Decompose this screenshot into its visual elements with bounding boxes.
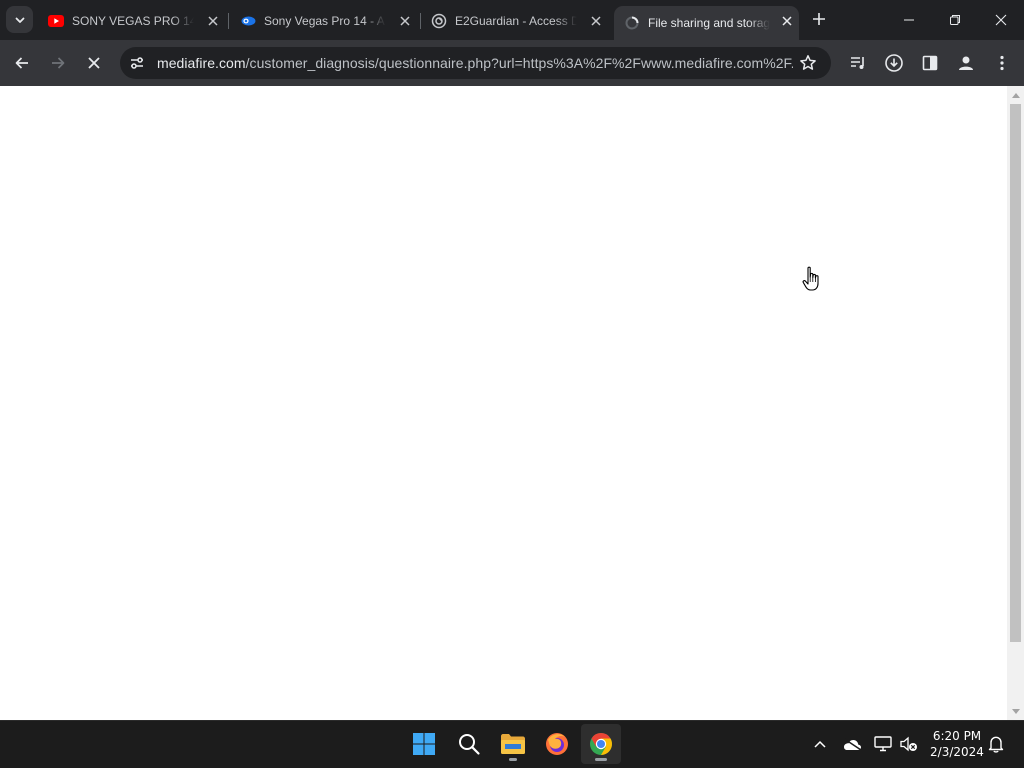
plus-icon bbox=[813, 13, 825, 25]
star-icon bbox=[800, 55, 816, 70]
search-icon bbox=[459, 734, 480, 755]
menu-button[interactable] bbox=[987, 48, 1017, 78]
tab-divider bbox=[228, 13, 229, 29]
taskbar-clock[interactable]: 6:20 PM 2/3/2024 bbox=[926, 728, 988, 760]
close-tab-icon[interactable] bbox=[779, 13, 795, 29]
chevron-up-icon bbox=[814, 740, 826, 748]
tune-icon bbox=[131, 57, 143, 69]
cloud-offline-icon bbox=[842, 737, 862, 751]
start-button[interactable] bbox=[404, 724, 444, 764]
url-host: mediafire.com bbox=[157, 55, 246, 71]
kebab-menu-icon bbox=[1000, 55, 1004, 71]
tab-divider bbox=[420, 13, 421, 29]
folder-icon bbox=[501, 734, 525, 754]
volume-button[interactable] bbox=[899, 733, 919, 755]
network-button[interactable] bbox=[873, 733, 893, 755]
chevron-down-icon bbox=[15, 17, 24, 23]
onedrive-button[interactable] bbox=[841, 733, 863, 755]
speaker-muted-icon bbox=[900, 736, 917, 752]
triangle-down-icon bbox=[1011, 708, 1020, 714]
close-window-button[interactable] bbox=[978, 0, 1024, 40]
arrow-left-icon bbox=[15, 57, 28, 69]
active-indicator bbox=[595, 758, 607, 761]
page-content[interactable] bbox=[0, 86, 1024, 720]
tab-sony-vegas[interactable]: Sony Vegas Pro 14 - A bbox=[232, 6, 417, 35]
tab-title: Sony Vegas Pro 14 - A bbox=[264, 13, 385, 28]
notifications-button[interactable] bbox=[986, 733, 1006, 755]
side-panel-icon bbox=[922, 55, 938, 71]
firefox-icon bbox=[546, 733, 568, 755]
loading-icon bbox=[624, 15, 640, 31]
tab-search-button[interactable] bbox=[6, 6, 33, 33]
close-tab-icon[interactable] bbox=[588, 13, 604, 29]
close-tab-icon[interactable] bbox=[205, 13, 221, 29]
stop-loading-button[interactable] bbox=[79, 48, 109, 78]
network-icon bbox=[874, 736, 892, 752]
scroll-down-arrow[interactable] bbox=[1010, 706, 1021, 716]
scrollbar-thumb[interactable] bbox=[1010, 104, 1021, 642]
tab-youtube[interactable]: SONY VEGAS PRO 14 F bbox=[40, 6, 225, 35]
minimize-icon bbox=[904, 19, 914, 21]
scroll-up-arrow[interactable] bbox=[1010, 90, 1021, 100]
person-icon bbox=[959, 56, 973, 70]
restore-icon bbox=[950, 15, 960, 25]
running-indicator bbox=[509, 758, 517, 761]
hand-cursor-icon bbox=[802, 266, 822, 292]
bell-icon bbox=[988, 736, 1004, 753]
close-tab-icon[interactable] bbox=[397, 13, 413, 29]
minimize-button[interactable] bbox=[886, 0, 932, 40]
site-favicon-icon bbox=[240, 13, 256, 29]
e2guardian-icon bbox=[431, 13, 447, 29]
tab-mediafire-active[interactable]: File sharing and storag bbox=[614, 6, 799, 40]
tab-e2guardian[interactable]: E2Guardian - Access D bbox=[423, 6, 608, 35]
bookmark-button[interactable] bbox=[797, 53, 819, 73]
url-text[interactable]: mediafire.com/customer_diagnosis/questio… bbox=[157, 55, 793, 71]
tab-title: E2Guardian - Access D bbox=[455, 13, 577, 28]
download-icon bbox=[885, 54, 903, 72]
show-hidden-icons-button[interactable] bbox=[810, 734, 830, 754]
triangle-up-icon bbox=[1011, 92, 1020, 98]
clock-date: 2/3/2024 bbox=[930, 745, 984, 759]
tab-title: SONY VEGAS PRO 14 F bbox=[72, 13, 194, 28]
new-tab-button[interactable] bbox=[808, 8, 830, 30]
chrome-icon bbox=[590, 733, 612, 755]
queue-music-icon bbox=[851, 57, 864, 69]
file-explorer-button[interactable] bbox=[493, 724, 533, 764]
firefox-button[interactable] bbox=[537, 724, 577, 764]
side-panel-button[interactable] bbox=[915, 48, 945, 78]
back-button[interactable] bbox=[7, 48, 37, 78]
chrome-button[interactable] bbox=[581, 724, 621, 764]
close-icon bbox=[995, 14, 1007, 26]
taskbar-search-button[interactable] bbox=[449, 724, 489, 764]
youtube-icon bbox=[48, 13, 64, 29]
url-path: /customer_diagnosis/questionnaire.php?ur… bbox=[245, 55, 793, 71]
clock-time: 6:20 PM bbox=[932, 729, 982, 743]
arrow-right-icon bbox=[52, 57, 65, 69]
windows-logo-icon bbox=[413, 733, 435, 755]
restore-button[interactable] bbox=[932, 0, 978, 40]
profile-button[interactable] bbox=[951, 48, 981, 78]
forward-button[interactable] bbox=[43, 48, 73, 78]
media-control-button[interactable] bbox=[843, 48, 873, 78]
tab-title: File sharing and storag bbox=[648, 16, 770, 30]
site-info-button[interactable] bbox=[127, 53, 147, 73]
stop-x-icon bbox=[88, 57, 100, 69]
downloads-button[interactable] bbox=[879, 48, 909, 78]
